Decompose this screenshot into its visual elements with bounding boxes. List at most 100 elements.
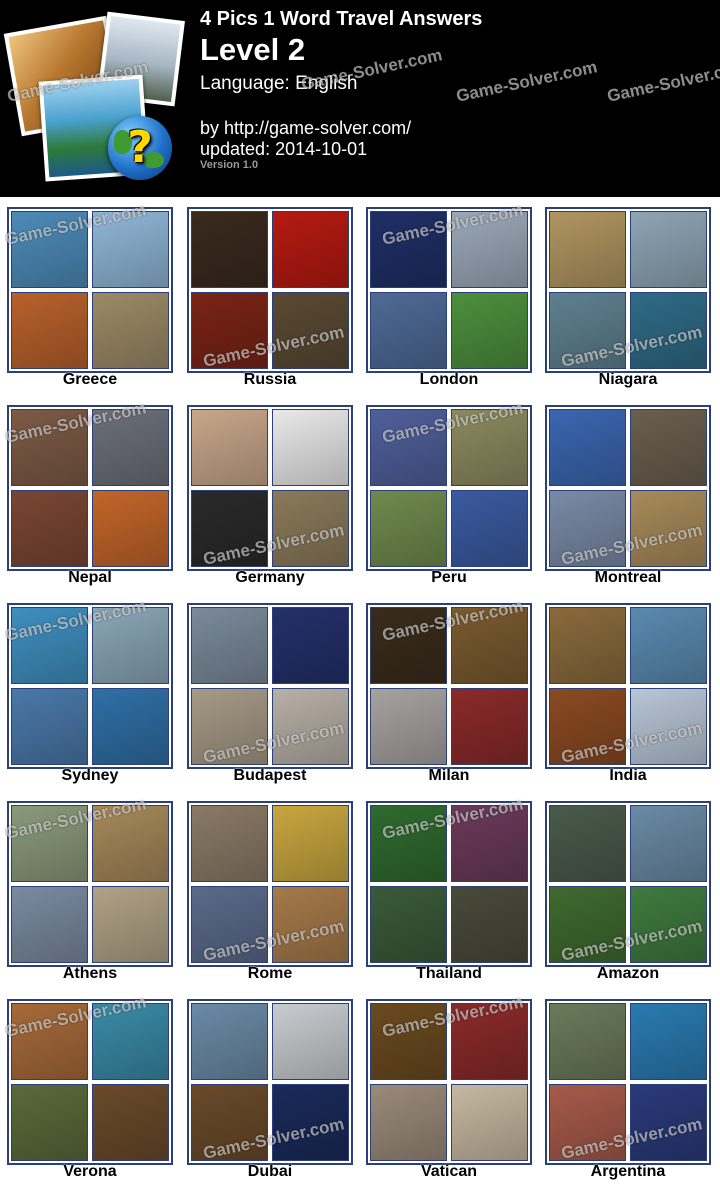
puzzle-picture-4	[92, 292, 169, 369]
puzzle-picture-4	[451, 490, 528, 567]
source-link[interactable]: by http://game-solver.com/	[200, 118, 411, 139]
puzzle-picture-2	[92, 1003, 169, 1080]
puzzle-card-nepal[interactable]: Game-Solver.com Nepal	[0, 395, 173, 593]
puzzle-picture-4	[630, 292, 707, 369]
puzzle-picture-3	[370, 1084, 447, 1161]
puzzle-picture-1	[370, 805, 447, 882]
puzzle-card-sydney[interactable]: Game-Solver.com Sydney	[0, 593, 173, 791]
puzzle-picture-3	[370, 490, 447, 567]
puzzle-picture-4	[630, 688, 707, 765]
puzzle-card-milan[interactable]: Game-Solver.com Milan	[359, 593, 532, 791]
puzzle-card-germany[interactable]: Game-Solver.com Germany	[180, 395, 353, 593]
puzzle-picture-4	[451, 886, 528, 963]
answer-label: Thailand	[416, 965, 482, 982]
answer-label: Montreal	[594, 569, 662, 586]
puzzle-picture-4	[272, 688, 349, 765]
answer-label: Milan	[428, 767, 470, 784]
puzzle-picture-3	[370, 688, 447, 765]
answer-label: Russia	[243, 371, 297, 388]
puzzle-picture-2	[630, 1003, 707, 1080]
puzzle-picture-1	[191, 409, 268, 486]
puzzle-picture-1	[549, 211, 626, 288]
puzzle-picture-4	[272, 1084, 349, 1161]
puzzle-picture-3	[11, 490, 88, 567]
puzzle-picture-4	[272, 886, 349, 963]
puzzle-card-rome[interactable]: Game-Solver.com Rome	[180, 791, 353, 989]
answer-label: Vatican	[420, 1163, 478, 1180]
puzzle-picture-1	[370, 409, 447, 486]
puzzle-picture-4	[92, 1084, 169, 1161]
puzzle-picture-4	[92, 688, 169, 765]
puzzle-picture-1	[11, 607, 88, 684]
question-mark-glyph: ?	[127, 122, 153, 173]
puzzle-card-london[interactable]: Game-Solver.com London	[359, 197, 532, 395]
puzzle-pictures	[545, 603, 711, 769]
puzzle-picture-4	[630, 1084, 707, 1161]
answer-label: Athens	[62, 965, 118, 982]
answer-label: Niagara	[598, 371, 658, 388]
puzzle-picture-3	[549, 886, 626, 963]
puzzle-picture-2	[272, 805, 349, 882]
puzzle-picture-4	[630, 886, 707, 963]
puzzle-pictures	[366, 207, 532, 373]
puzzle-pictures	[366, 801, 532, 967]
puzzle-picture-3	[370, 886, 447, 963]
puzzle-pictures	[187, 999, 353, 1165]
puzzle-picture-2	[451, 607, 528, 684]
puzzle-picture-3	[191, 688, 268, 765]
puzzle-picture-1	[191, 805, 268, 882]
puzzle-pictures	[7, 999, 173, 1165]
version-label: Version 1.0	[200, 159, 259, 171]
puzzle-picture-1	[191, 1003, 268, 1080]
puzzle-card-niagara[interactable]: Game-Solver.com Niagara	[538, 197, 711, 395]
puzzle-picture-2	[451, 409, 528, 486]
puzzle-pictures	[187, 603, 353, 769]
puzzle-card-budapest[interactable]: Game-Solver.com Budapest	[180, 593, 353, 791]
puzzle-picture-4	[451, 688, 528, 765]
answer-label: Budapest	[233, 767, 307, 784]
puzzle-card-russia[interactable]: Game-Solver.com Russia	[180, 197, 353, 395]
puzzle-card-athens[interactable]: Game-Solver.com Athens	[0, 791, 173, 989]
puzzle-card-dubai[interactable]: Game-Solver.com Dubai	[180, 989, 353, 1187]
puzzle-picture-4	[272, 292, 349, 369]
puzzle-picture-1	[549, 409, 626, 486]
puzzle-pictures	[545, 801, 711, 967]
puzzle-picture-3	[370, 292, 447, 369]
puzzle-picture-2	[630, 211, 707, 288]
updated-date: updated: 2014-10-01	[200, 139, 368, 159]
puzzle-picture-1	[370, 1003, 447, 1080]
puzzle-pictures	[545, 405, 711, 571]
puzzle-card-argentina[interactable]: Game-Solver.com Argentina	[538, 989, 711, 1187]
puzzle-picture-2	[451, 211, 528, 288]
puzzle-pictures	[545, 999, 711, 1165]
answer-label: London	[419, 371, 479, 388]
puzzle-picture-3	[191, 292, 268, 369]
language-label: Language: English	[200, 73, 358, 94]
puzzle-pictures	[7, 207, 173, 373]
puzzle-picture-3	[191, 886, 268, 963]
puzzle-card-peru[interactable]: Game-Solver.com Peru	[359, 395, 532, 593]
game-logo: ?	[3, 11, 186, 190]
puzzle-picture-4	[272, 490, 349, 567]
puzzle-card-verona[interactable]: Game-Solver.com Verona	[0, 989, 173, 1187]
puzzle-card-thailand[interactable]: Game-Solver.com Thailand	[359, 791, 532, 989]
puzzle-pictures	[366, 999, 532, 1165]
puzzle-picture-1	[549, 607, 626, 684]
watermark: Game-Solver.com	[605, 57, 720, 106]
answer-label: Amazon	[596, 965, 660, 982]
answer-label: Nepal	[68, 569, 112, 586]
puzzle-card-montreal[interactable]: Game-Solver.com Montreal	[538, 395, 711, 593]
answer-label: Peru	[431, 569, 467, 586]
puzzle-picture-2	[92, 607, 169, 684]
puzzle-picture-3	[11, 688, 88, 765]
puzzle-picture-1	[191, 607, 268, 684]
puzzle-picture-4	[451, 1084, 528, 1161]
answer-label: Germany	[235, 569, 305, 586]
puzzle-picture-1	[11, 409, 88, 486]
puzzle-card-greece[interactable]: Game-Solver.com Greece	[0, 197, 173, 395]
puzzle-card-amazon[interactable]: Game-Solver.com Amazon	[538, 791, 711, 989]
puzzle-card-vatican[interactable]: Game-Solver.com Vatican	[359, 989, 532, 1187]
puzzle-picture-3	[549, 490, 626, 567]
puzzle-picture-3	[11, 292, 88, 369]
puzzle-card-india[interactable]: Game-Solver.com India	[538, 593, 711, 791]
